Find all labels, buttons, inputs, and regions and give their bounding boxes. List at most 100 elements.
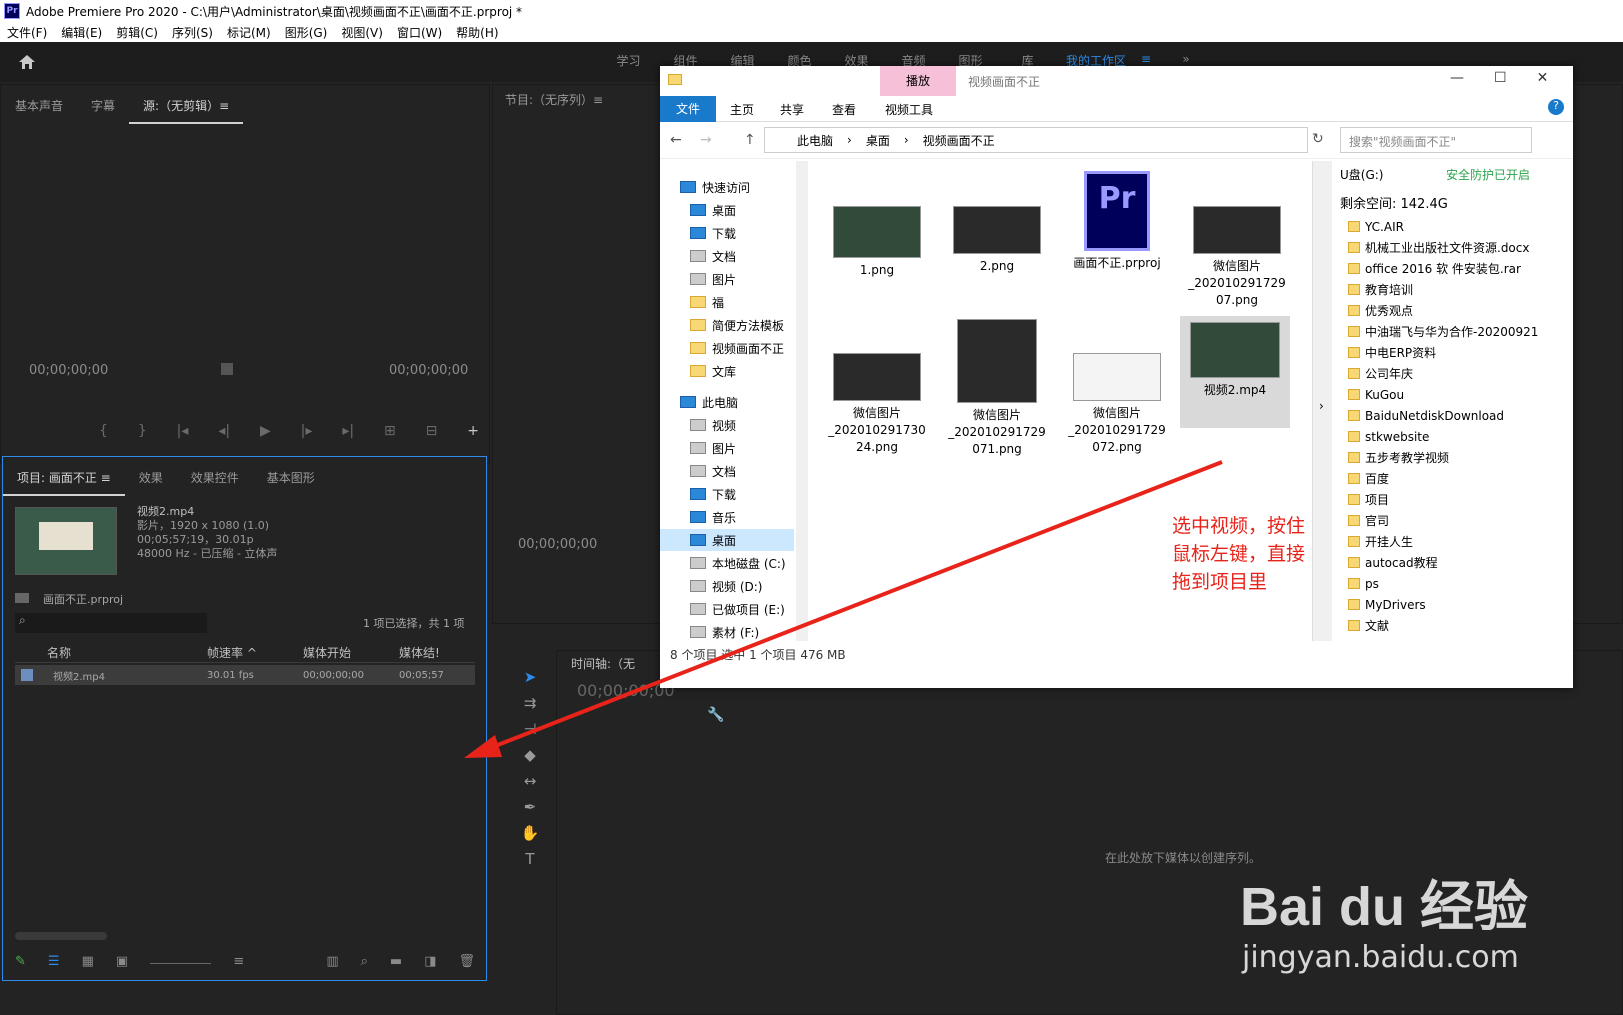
project-search-input[interactable]: ⌕	[15, 613, 207, 633]
list-item[interactable]: 中电ERP资料	[1348, 342, 1558, 363]
nav-fu[interactable]: 福	[712, 294, 724, 311]
play-icon[interactable]: ▶	[260, 423, 271, 439]
menu-file[interactable]: 文件(F)	[0, 24, 54, 41]
list-item[interactable]: stkwebsite	[1348, 426, 1558, 447]
file-item[interactable]: 微信图片 _202010291729 07.png	[1182, 206, 1292, 309]
nav-templates[interactable]: 简便方法模板	[712, 317, 784, 334]
zoom-slider[interactable]	[150, 954, 212, 964]
tab-source[interactable]: 源:（无剪辑）≡	[129, 97, 244, 124]
new-bin-icon[interactable]: ▬	[390, 954, 402, 969]
ribbon-tab-home[interactable]: 主页	[730, 101, 754, 118]
add-button-icon[interactable]: +	[467, 423, 479, 439]
automate-icon[interactable]: ▥	[326, 954, 338, 969]
settings-icon[interactable]	[221, 363, 233, 375]
list-item[interactable]: 百度	[1348, 468, 1558, 489]
forward-icon[interactable]: →	[700, 132, 712, 148]
close-icon[interactable]: ✕	[1537, 70, 1549, 86]
nav-music[interactable]: 音乐	[712, 509, 736, 526]
wrench-icon[interactable]: 🔧	[707, 707, 724, 723]
ribbon-tab-view[interactable]: 查看	[832, 101, 856, 118]
nav-videos[interactable]: 视频	[712, 417, 736, 434]
list-item[interactable]: 文献	[1348, 615, 1558, 636]
mark-out-icon[interactable]: }	[138, 423, 147, 439]
nav-documents[interactable]: 文档	[712, 248, 736, 265]
nav-drive-f[interactable]: 素材 (F:)	[712, 624, 759, 641]
pencil-icon[interactable]: ✎	[15, 954, 26, 969]
list-item[interactable]: KuGou	[1348, 384, 1558, 405]
nav-this-pc[interactable]: 此电脑	[702, 394, 738, 411]
tab-project[interactable]: 项目: 画面不正 ≡	[3, 469, 125, 496]
back-icon[interactable]: ←	[670, 132, 682, 148]
list-item[interactable]: 五步考教学视频	[1348, 447, 1558, 468]
usb-drive[interactable]: U盘(G:)	[1340, 168, 1384, 182]
address-bar[interactable]: 此电脑 › 桌面 › 视频画面不正	[764, 127, 1308, 153]
nav-pc-pictures[interactable]: 图片	[712, 440, 736, 457]
timeline-title[interactable]: 时间轴:（无	[571, 655, 635, 672]
breadcrumb-folder[interactable]: 视频画面不正	[923, 132, 995, 149]
step-forward-icon[interactable]: |▸	[301, 423, 313, 439]
menu-clip[interactable]: 剪辑(C)	[109, 24, 165, 41]
list-item[interactable]: office 2016 软 件安装包.rar	[1348, 258, 1558, 279]
track-select-icon[interactable]: ⇉	[519, 694, 541, 714]
ribbon-tab-share[interactable]: 共享	[780, 101, 804, 118]
minimize-icon[interactable]: —	[1450, 70, 1464, 86]
list-item[interactable]: 开挂人生	[1348, 531, 1558, 552]
col-media-end[interactable]: 媒体结!	[399, 644, 440, 661]
file-item[interactable]: 2.png	[942, 206, 1052, 275]
trash-icon[interactable]: 🗑	[458, 954, 475, 969]
list-item[interactable]: autocad教程	[1348, 552, 1558, 573]
breadcrumb-desktop[interactable]: 桌面	[866, 132, 890, 149]
menu-graphics[interactable]: 图形(G)	[278, 24, 335, 41]
list-item[interactable]: 优秀观点	[1348, 300, 1558, 321]
nav-pc-desktop[interactable]: 桌面	[712, 532, 736, 549]
menu-window[interactable]: 窗口(W)	[390, 24, 449, 41]
nav-drive-e[interactable]: 已做项目 (E:)	[712, 601, 785, 618]
up-icon[interactable]: ↑	[744, 132, 756, 148]
step-back-icon[interactable]: ◂|	[218, 423, 230, 439]
ripple-edit-icon[interactable]: ⊣	[519, 720, 541, 740]
tab-essential-sound[interactable]: 基本声音	[1, 97, 77, 114]
menu-help[interactable]: 帮助(H)	[449, 24, 505, 41]
list-item[interactable]: 项目	[1348, 489, 1558, 510]
breadcrumb-pc[interactable]: 此电脑	[797, 132, 833, 149]
nav-pc-downloads[interactable]: 下载	[712, 486, 736, 503]
ribbon-context-tab[interactable]: 播放	[880, 66, 956, 96]
file-item[interactable]: 微信图片 _202010291729 071.png	[942, 319, 1052, 458]
tab-essential-graphics[interactable]: 基本图形	[253, 469, 329, 486]
list-item[interactable]: ps	[1348, 573, 1558, 594]
file-item[interactable]: Pr 画面不正.prproj	[1062, 171, 1172, 272]
nav-pc-documents[interactable]: 文档	[712, 463, 736, 480]
file-item-selected[interactable]: 视频2.mp4	[1180, 316, 1290, 428]
program-title[interactable]: 节目:（无序列）≡	[505, 91, 603, 108]
nav-drive-c[interactable]: 本地磁盘 (C:)	[712, 555, 786, 572]
list-item[interactable]: 机械工业出版社文件资源.docx	[1348, 237, 1558, 258]
go-to-in-icon[interactable]: |◂	[177, 423, 189, 439]
go-to-out-icon[interactable]: ▸|	[342, 423, 354, 439]
list-item[interactable]: 公司年庆	[1348, 363, 1558, 384]
nav-downloads[interactable]: 下载	[712, 225, 736, 242]
ribbon-tab-video-tools[interactable]: 视频工具	[885, 101, 933, 118]
list-item[interactable]: MyDrivers	[1348, 594, 1558, 615]
nav-video-folder[interactable]: 视频画面不正	[712, 340, 784, 357]
new-item-icon[interactable]: ◨	[424, 954, 436, 969]
tab-captions[interactable]: 字幕	[77, 97, 129, 114]
nav-wenku[interactable]: 文库	[712, 363, 736, 380]
mark-in-icon[interactable]: {	[99, 423, 108, 439]
menu-sequence[interactable]: 序列(S)	[165, 24, 220, 41]
workspace-learn[interactable]: 学习	[600, 52, 657, 69]
menu-edit[interactable]: 编辑(E)	[54, 24, 109, 41]
pen-icon[interactable]: ✒	[519, 798, 541, 818]
nav-desktop[interactable]: 桌面	[712, 202, 736, 219]
menu-marker[interactable]: 标记(M)	[220, 24, 278, 41]
home-icon[interactable]	[18, 54, 36, 70]
usb-protection-status[interactable]: 安全防护已开启	[1446, 166, 1530, 183]
file-item[interactable]: 微信图片 _202010291729 072.png	[1062, 353, 1172, 456]
tab-effects[interactable]: 效果	[125, 469, 177, 486]
find-icon[interactable]: ⌕	[361, 954, 368, 969]
list-item[interactable]: BaiduNetdiskDownload	[1348, 405, 1558, 426]
refresh-icon[interactable]: ↻	[1312, 131, 1324, 147]
icon-view-icon[interactable]: ▦	[82, 954, 94, 969]
table-row[interactable]: 视频2.mp4 30.01 fps 00;00;00;00 00;05;57	[15, 665, 475, 685]
list-item[interactable]: YC.AIR	[1348, 216, 1558, 237]
nav-scrollbar[interactable]	[796, 161, 808, 641]
